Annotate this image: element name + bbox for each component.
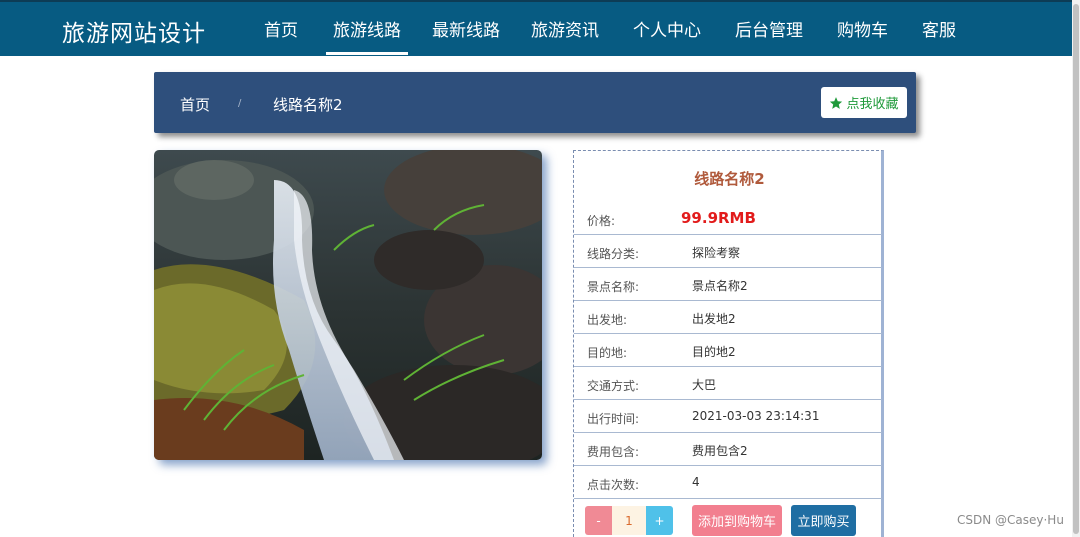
row-label: 费用包含: [587,445,640,459]
top-navbar: 旅游网站设计 首页 旅游线路 最新线路 旅游资讯 个人中心 后台管理 购物车 客… [0,0,1072,56]
row-value: 景点名称2 [692,279,748,293]
breadcrumb-current: 线路名称2 [273,96,343,114]
quantity-increment-button[interactable]: + [646,506,673,535]
route-title: 线路名称2 [694,170,765,188]
nav-travel-news[interactable]: 旅游资讯 [531,16,599,41]
route-detail-panel: 线路名称2 价格: 99.9RMB 线路分类: 探险考察 景点名称: 景点名称2… [573,150,884,537]
buy-now-button[interactable]: 立即购买 [791,505,856,536]
nav-service[interactable]: 客服 [922,16,956,41]
nav-active-indicator [326,52,408,55]
nav-cart[interactable]: 购物车 [837,16,888,41]
price-label: 价格: [587,214,616,228]
detail-row-transport: 交通方式: 大巴 [574,367,882,400]
detail-row-price: 价格: 99.9RMB [574,202,882,235]
nav-user-center[interactable]: 个人中心 [633,16,701,41]
breadcrumb-bar: 首页 / 线路名称2 点我收藏 [154,72,916,133]
star-icon [830,96,843,109]
site-brand[interactable]: 旅游网站设计 [62,14,206,48]
detail-row-fee: 费用包含: 费用包含2 [574,433,882,466]
nav-routes[interactable]: 旅游线路 [333,16,401,41]
nav-admin[interactable]: 后台管理 [735,16,803,41]
scrollbar-thumb[interactable] [1073,4,1079,534]
breadcrumb-home[interactable]: 首页 [180,94,210,115]
detail-row-spot: 景点名称: 景点名称2 [574,268,882,301]
detail-row-clicks: 点击次数: 4 [574,466,882,499]
price-value: 99.9RMB [681,209,756,227]
row-value: 出发地2 [692,312,736,326]
breadcrumb-separator: / [238,98,242,109]
waterfall-photo-icon [154,150,542,460]
add-to-cart-button[interactable]: 添加到购物车 [692,505,782,536]
nav-home[interactable]: 首页 [264,16,298,41]
watermark-text: CSDN @Casey·Hu [957,513,1064,527]
quantity-decrement-button[interactable]: - [585,506,612,535]
row-label: 出行时间: [587,412,640,426]
row-label: 出发地: [587,313,628,327]
detail-row-destination: 目的地: 目的地2 [574,334,882,367]
row-value: 费用包含2 [692,444,748,458]
row-label: 目的地: [587,346,628,360]
row-value: 2021-03-03 23:14:31 [692,409,820,423]
row-value: 4 [692,475,700,489]
detail-row-origin: 出发地: 出发地2 [574,301,882,334]
row-value: 目的地2 [692,345,736,359]
quantity-input[interactable]: 1 [612,506,646,535]
row-value: 探险考察 [692,246,741,260]
row-value: 大巴 [692,378,717,392]
row-label: 景点名称: [587,280,640,294]
row-label: 点击次数: [587,478,640,492]
row-label: 交通方式: [587,379,640,393]
favorite-label: 点我收藏 [846,97,899,112]
favorite-button[interactable]: 点我收藏 [821,87,907,118]
nav-latest-routes[interactable]: 最新线路 [432,16,500,41]
detail-row-category: 线路分类: 探险考察 [574,235,882,268]
row-label: 线路分类: [587,247,640,261]
detail-row-time: 出行时间: 2021-03-03 23:14:31 [574,400,882,433]
route-photo [154,150,542,460]
